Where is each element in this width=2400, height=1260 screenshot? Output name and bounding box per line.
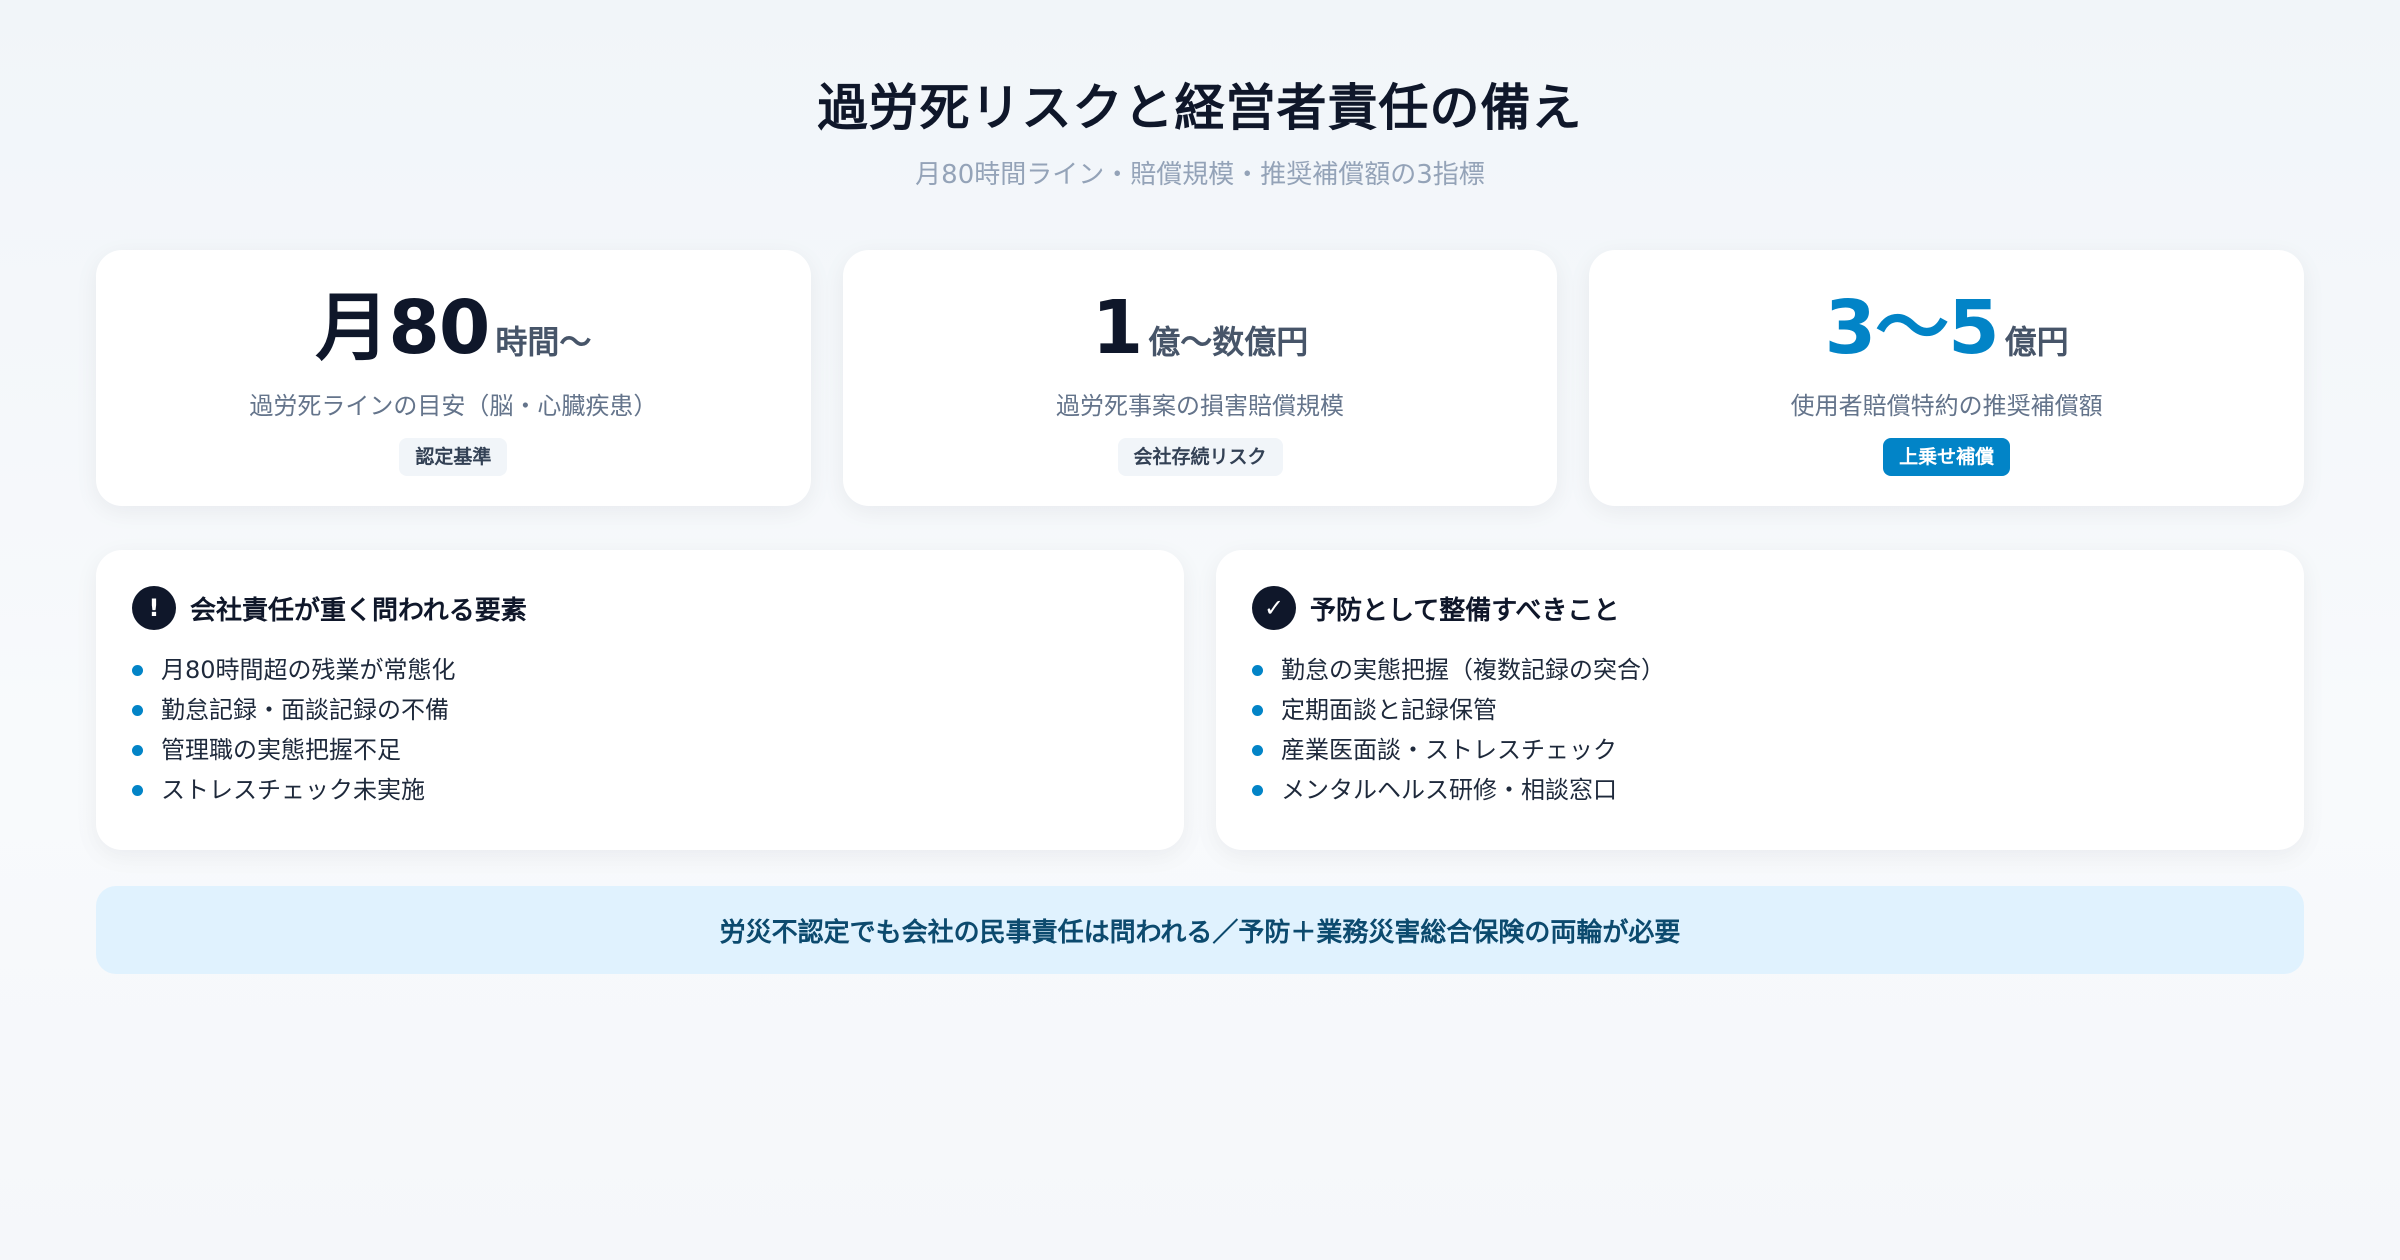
- list-item: 勤怠の実態把握（複数記録の突合）: [1252, 650, 2268, 690]
- bullet-dot-icon: [1252, 704, 1263, 716]
- panel-header: ! 会社責任が重く問われる要素: [132, 586, 1148, 630]
- list-item-text: 月80時間超の残業が常態化: [161, 656, 456, 684]
- list-item-text: ストレスチェック未実施: [161, 776, 425, 804]
- list-item: メンタルヘルス研修・相談窓口: [1252, 770, 2268, 810]
- header: 過労死リスクと経営者責任の備え 月80時間ライン・賠償規模・推奨補償額の3指標: [96, 0, 2304, 192]
- risk-factor-list: 月80時間超の残業が常態化 勤怠記録・面談記録の不備 管理職の実態把握不足 スト…: [132, 650, 1148, 810]
- stat-label: 使用者賠償特約の推奨補償額: [1790, 392, 2103, 420]
- list-item: 月80時間超の残業が常態化: [132, 650, 1148, 690]
- bullet-dot-icon: [1252, 784, 1263, 796]
- stat-value: 月80 時間〜: [315, 290, 591, 380]
- stat-number: 3〜5: [1824, 285, 2000, 371]
- info-panels: ! 会社責任が重く問われる要素 月80時間超の残業が常態化 勤怠記録・面談記録の…: [96, 550, 2304, 850]
- bullet-dot-icon: [1252, 744, 1263, 756]
- stat-unit: 億〜数億円: [1148, 323, 1309, 361]
- bullet-dot-icon: [132, 704, 143, 716]
- bullet-dot-icon: [132, 744, 143, 756]
- list-item-text: 勤怠記録・面談記録の不備: [161, 696, 449, 724]
- panel-prevention: ✓ 予防として整備すべきこと 勤怠の実態把握（複数記録の突合） 定期面談と記録保…: [1216, 550, 2304, 850]
- stat-tag: 認定基準: [399, 438, 508, 476]
- list-item: 管理職の実態把握不足: [132, 730, 1148, 770]
- prevention-list: 勤怠の実態把握（複数記録の突合） 定期面談と記録保管 産業医面談・ストレスチェッ…: [1252, 650, 2268, 810]
- stat-unit: 時間〜: [495, 323, 592, 361]
- stat-unit: 億円: [2004, 323, 2069, 361]
- list-item: 勤怠記録・面談記録の不備: [132, 690, 1148, 730]
- stat-card-recommended-coverage: 3〜5 億円 使用者賠償特約の推奨補償額 上乗せ補償: [1589, 250, 2305, 506]
- list-item-text: メンタルヘルス研修・相談窓口: [1281, 776, 1617, 804]
- bullet-dot-icon: [1252, 664, 1263, 676]
- list-item: 産業医面談・ストレスチェック: [1252, 730, 2268, 770]
- page: 過労死リスクと経営者責任の備え 月80時間ライン・賠償規模・推奨補償額の3指標 …: [96, 0, 2305, 974]
- page-title: 過労死リスクと経営者責任の備え: [817, 79, 1583, 137]
- list-item: 定期面談と記録保管: [1252, 690, 2268, 730]
- stat-cards: 月80 時間〜 過労死ラインの目安（脳・心臓疾患） 認定基準 1 億〜数億円 過…: [96, 250, 2305, 506]
- stat-label: 過労死ラインの目安（脳・心臓疾患）: [249, 392, 658, 420]
- stat-label: 過労死事案の損害賠償規模: [1056, 392, 1344, 420]
- panel-title: 会社責任が重く問われる要素: [190, 595, 527, 626]
- summary-text: 労災不認定でも会社の民事責任は問われる／予防＋業務災害総合保険の両輪が必要: [719, 917, 1681, 948]
- list-item-text: 定期面談と記録保管: [1281, 696, 1497, 724]
- panel-risk-factors: ! 会社責任が重く問われる要素 月80時間超の残業が常態化 勤怠記録・面談記録の…: [96, 550, 1184, 850]
- stat-number: 1: [1091, 285, 1143, 371]
- stat-card-overtime-line: 月80 時間〜 過労死ラインの目安（脳・心臓疾患） 認定基準: [96, 250, 811, 506]
- stat-value: 1 億〜数億円: [1092, 290, 1309, 380]
- stat-card-damages-scale: 1 億〜数億円 過労死事案の損害賠償規模 会社存続リスク: [842, 250, 1558, 506]
- panel-title: 予防として整備すべきこと: [1310, 595, 1620, 626]
- exclamation-icon: !: [132, 586, 176, 630]
- stat-tag: 会社存続リスク: [1117, 438, 1283, 476]
- list-item-text: 勤怠の実態把握（複数記録の突合）: [1281, 656, 1665, 684]
- panel-header: ✓ 予防として整備すべきこと: [1252, 586, 2268, 630]
- bullet-dot-icon: [132, 784, 143, 796]
- list-item-text: 産業医面談・ストレスチェック: [1281, 736, 1617, 764]
- stat-number: 月80: [315, 285, 490, 371]
- list-item-text: 管理職の実態把握不足: [161, 736, 401, 764]
- check-icon: ✓: [1252, 586, 1296, 630]
- bullet-dot-icon: [132, 664, 143, 676]
- stat-tag: 上乗せ補償: [1883, 438, 2011, 476]
- summary-banner: 労災不認定でも会社の民事責任は問われる／予防＋業務災害総合保険の両輪が必要: [96, 886, 2304, 974]
- stat-value: 3〜5 億円: [1825, 290, 2069, 380]
- page-subtitle: 月80時間ライン・賠償規模・推奨補償額の3指標: [915, 160, 1485, 190]
- list-item: ストレスチェック未実施: [132, 770, 1148, 810]
